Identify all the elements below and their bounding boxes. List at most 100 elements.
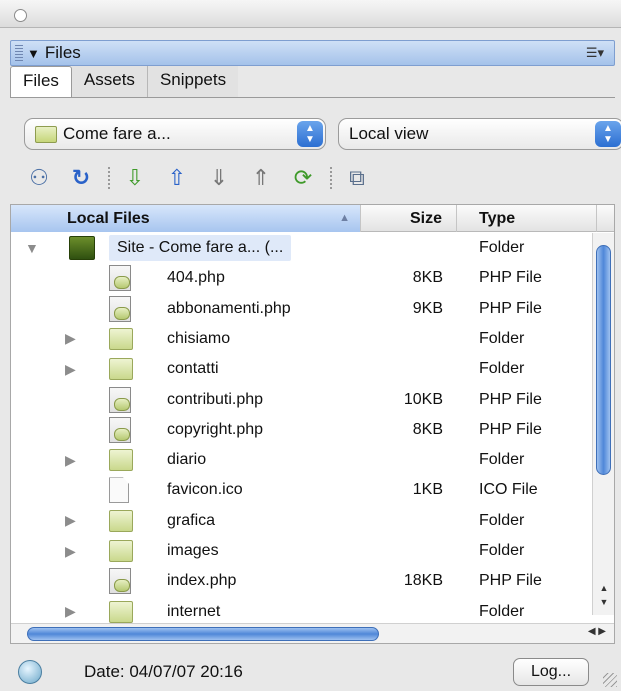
toolbar-separator xyxy=(330,167,332,189)
name-cell: index.php xyxy=(167,566,236,596)
row-icon xyxy=(109,263,131,293)
disclosure-collapsed-icon[interactable]: ▶ xyxy=(65,536,76,566)
toolbar-separator xyxy=(108,167,110,189)
name-cell: diario xyxy=(167,445,206,475)
horizontal-scrollbar[interactable]: ◀ ▶ xyxy=(11,623,614,643)
name-cell: images xyxy=(167,536,219,566)
php-file-icon xyxy=(109,568,131,595)
file-row[interactable]: copyright.php 8KB PHP File xyxy=(11,415,591,445)
folder-row[interactable]: ▶ grafica Folder xyxy=(11,506,591,536)
file-type: Folder xyxy=(479,239,525,256)
column-header-type[interactable]: Type xyxy=(457,205,597,232)
panel-tabs: Files Assets Snippets xyxy=(10,66,239,98)
php-file-icon xyxy=(109,265,131,292)
vertical-scroll-thumb[interactable] xyxy=(596,245,611,475)
file-row[interactable]: index.php 18KB PHP File xyxy=(11,566,591,596)
file-name: contatti xyxy=(167,360,219,378)
name-cell: abbonamenti.php xyxy=(167,294,291,324)
folder-row[interactable]: ▶ contatti Folder xyxy=(11,354,591,384)
file-type: PHP File xyxy=(479,390,542,408)
connect-icon[interactable]: ⚇ xyxy=(24,163,54,193)
refresh-icon[interactable]: ↻ xyxy=(66,163,96,193)
file-row[interactable]: contributi.php 10KB PHP File xyxy=(11,385,591,415)
log-button[interactable]: Log... xyxy=(513,658,589,686)
disclosure-collapsed-icon[interactable]: ▶ xyxy=(65,506,76,536)
scroll-down-icon[interactable]: ▼ xyxy=(597,597,611,611)
file-type: Folder xyxy=(479,511,525,529)
file-size: 1KB xyxy=(412,481,443,499)
panel-header[interactable]: ▼ Files ☰▾ xyxy=(10,40,615,66)
select-stepper-icon: ▲ ▼ xyxy=(297,121,323,147)
row-icon xyxy=(109,354,133,384)
horizontal-scroll-thumb[interactable] xyxy=(27,627,379,641)
view-select-value: Local view xyxy=(349,124,429,143)
tab-assets[interactable]: Assets xyxy=(71,66,148,98)
put-files-icon[interactable]: ⇧ xyxy=(162,163,192,193)
disclosure-collapsed-icon[interactable]: ▶ xyxy=(65,324,76,354)
folder-icon xyxy=(109,600,133,623)
get-files-icon[interactable]: ⇩ xyxy=(120,163,150,193)
check-out-icon[interactable]: ⇓ xyxy=(204,163,234,193)
name-cell: contributi.php xyxy=(167,385,263,415)
row-icon xyxy=(109,415,131,445)
column-header-label: Type xyxy=(479,209,516,227)
folder-row[interactable]: ▼ Site - Come fare a... (... Folder xyxy=(11,233,591,263)
row-icon xyxy=(109,566,131,596)
window-control-button[interactable] xyxy=(14,9,27,22)
name-cell: copyright.php xyxy=(167,415,263,445)
status-bar: Date: 04/07/07 20:16 Log... xyxy=(0,650,621,691)
file-type: PHP File xyxy=(479,299,542,317)
file-name: Site - Come fare a... (... xyxy=(109,235,292,261)
expand-panel-icon[interactable]: ⧉ xyxy=(342,163,372,193)
site-select[interactable]: Come fare a... ▲ ▼ xyxy=(24,118,326,150)
sort-ascending-icon: ▲ xyxy=(339,212,350,224)
php-file-icon xyxy=(109,416,131,443)
file-list-header: Local Files ▲ Size Type xyxy=(11,205,614,232)
folder-row[interactable]: ▶ diario Folder xyxy=(11,445,591,475)
grip-icon[interactable] xyxy=(15,45,23,61)
column-header-size[interactable]: Size xyxy=(361,205,457,232)
row-icon xyxy=(109,506,133,536)
check-in-icon[interactable]: ⇑ xyxy=(246,163,276,193)
folder-row[interactable]: ▶ images Folder xyxy=(11,536,591,566)
resize-handle-icon[interactable] xyxy=(603,673,617,687)
folder-icon xyxy=(109,509,133,532)
disclosure-collapsed-icon[interactable]: ▶ xyxy=(65,354,76,384)
name-cell: contatti xyxy=(167,354,219,384)
row-icon xyxy=(109,536,133,566)
file-size xyxy=(361,324,443,354)
file-size: 9KB xyxy=(412,299,443,317)
folder-icon xyxy=(109,327,133,350)
folder-row[interactable]: ▶ chisiamo Folder xyxy=(11,324,591,354)
file-type: PHP File xyxy=(479,420,542,438)
file-list: Local Files ▲ Size Type ▼ Site - Come far… xyxy=(10,204,615,644)
scroll-up-icon[interactable]: ▲ xyxy=(597,583,611,597)
synchronize-icon[interactable]: ⟳ xyxy=(288,163,318,193)
file-type: Folder xyxy=(479,451,525,469)
file-row[interactable]: favicon.ico 1KB ICO File xyxy=(11,475,591,505)
tab-files[interactable]: Files xyxy=(10,66,72,98)
php-file-icon xyxy=(109,386,131,413)
file-row[interactable]: 404.php 8KB PHP File xyxy=(11,263,591,293)
collapse-arrow-icon[interactable]: ▼ xyxy=(27,46,40,61)
disclosure-expanded-icon[interactable]: ▼ xyxy=(25,233,39,263)
panel-options-icon[interactable]: ☰▾ xyxy=(586,45,604,61)
name-cell: Site - Come fare a... (... xyxy=(109,233,292,263)
file-type: ICO File xyxy=(479,481,538,499)
row-icon xyxy=(109,475,129,505)
vertical-scrollbar[interactable]: ▲ ▼ xyxy=(592,233,614,615)
file-row[interactable]: abbonamenti.php 9KB PHP File xyxy=(11,294,591,324)
disclosure-collapsed-icon[interactable]: ▶ xyxy=(65,445,76,475)
view-select[interactable]: Local view ▲ ▼ xyxy=(338,118,621,150)
file-size xyxy=(361,536,443,566)
horizontal-scroll-buttons[interactable]: ◀ ▶ xyxy=(588,626,606,637)
row-icon xyxy=(109,445,133,475)
row-icon xyxy=(109,385,131,415)
name-cell: favicon.ico xyxy=(167,475,243,505)
name-cell: 404.php xyxy=(167,263,225,293)
file-icon xyxy=(109,477,129,504)
tab-snippets[interactable]: Snippets xyxy=(147,66,239,98)
column-header-local-files[interactable]: Local Files ▲ xyxy=(11,205,361,232)
file-name: internet xyxy=(167,602,221,620)
status-date: Date: 04/07/07 20:16 xyxy=(84,662,243,681)
